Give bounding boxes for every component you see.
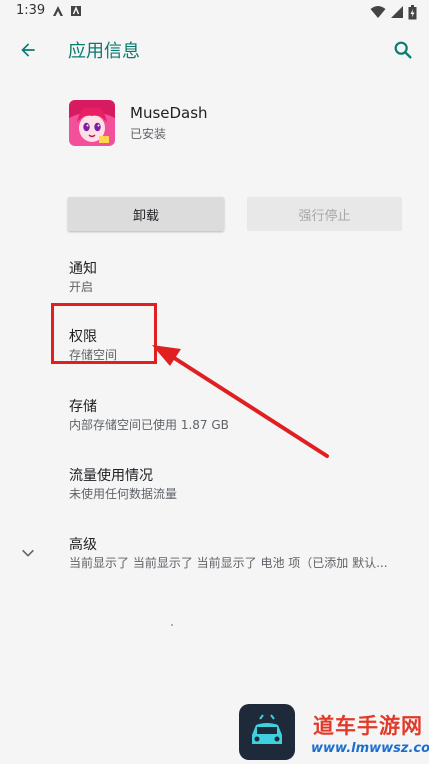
watermark-title: 道车手游网 xyxy=(313,714,423,738)
pref-summary: 内部存储空间已使用 1.87 GB xyxy=(69,418,229,432)
app-header: MuseDash 已安装 xyxy=(0,76,429,168)
status-bar: 1:39 xyxy=(0,0,429,24)
uninstall-button[interactable]: 卸载 xyxy=(68,197,224,231)
app-name: MuseDash xyxy=(130,104,208,122)
pref-summary: 当前显示了 当前显示了 当前显示了 电池 项（已添加 默认... xyxy=(69,556,388,570)
pref-title: 高级 xyxy=(69,537,97,553)
app-icon xyxy=(69,100,115,146)
app-box-icon xyxy=(71,6,81,16)
watermark-url: www.lmwwsz.com xyxy=(311,741,429,756)
app-a-icon xyxy=(53,6,63,16)
app-bar: 应用信息 xyxy=(0,24,429,76)
pref-data-usage[interactable]: 流量使用情况 未使用任何数据流量 xyxy=(0,457,429,521)
arrow-back-icon xyxy=(21,43,35,57)
back-button[interactable] xyxy=(10,32,46,68)
car-logo-icon xyxy=(239,704,295,760)
app-install-status: 已安装 xyxy=(130,127,167,141)
watermark: 道车手游网 www.lmwwsz.com xyxy=(239,704,429,764)
page-title: 应用信息 xyxy=(68,41,140,62)
pref-title: 流量使用情况 xyxy=(69,468,153,484)
pref-advanced[interactable]: 高级 当前显示了 当前显示了 当前显示了 电池 项（已添加 默认... xyxy=(0,526,429,590)
pref-storage[interactable]: 存储 内部存储空间已使用 1.87 GB xyxy=(0,388,429,452)
status-time: 1:39 xyxy=(16,3,46,18)
pref-title: 存储 xyxy=(69,399,97,415)
decorative-dot xyxy=(171,624,173,626)
wifi-icon xyxy=(370,6,386,18)
search-icon xyxy=(394,41,412,59)
pref-title: 通知 xyxy=(69,261,97,277)
battery-icon xyxy=(408,4,417,19)
search-button[interactable] xyxy=(385,32,421,68)
chevron-down-icon[interactable] xyxy=(16,541,40,565)
pref-summary: 开启 xyxy=(69,280,94,294)
signal-icon xyxy=(391,6,403,18)
pref-summary: 未使用任何数据流量 xyxy=(69,487,178,501)
annotation-highlight-box xyxy=(51,303,157,364)
force-stop-button[interactable]: 强行停止 xyxy=(247,197,402,231)
